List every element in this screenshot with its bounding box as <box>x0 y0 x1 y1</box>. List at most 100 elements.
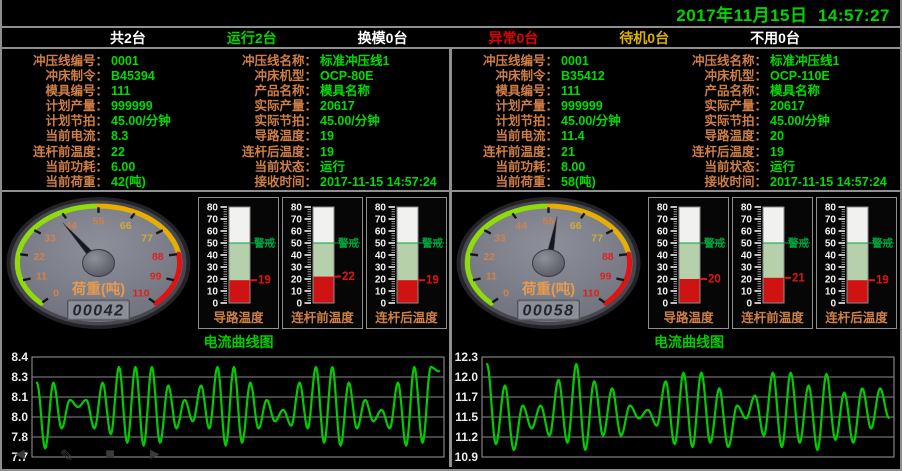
machine-panel-2: 冲压线编号：0001冲床制令：B35412模具编号：111计划产量：999999… <box>452 49 900 467</box>
chart-title: 电流曲线图 <box>2 334 449 351</box>
svg-text:77: 77 <box>141 233 153 245</box>
svg-text:警戒: 警戒 <box>337 237 359 250</box>
svg-text:40: 40 <box>825 251 837 262</box>
svg-text:10.9: 10.9 <box>455 450 479 464</box>
thermometer-group: 01020304050607080警戒19导路温度010203040506070… <box>198 197 447 329</box>
info-value: 999999 <box>108 99 153 114</box>
info-value: OCP-80E <box>317 69 374 84</box>
svg-text:荷重(吨): 荷重(吨) <box>72 280 125 298</box>
svg-text:30: 30 <box>207 263 219 274</box>
info-label: 计划产量： <box>452 99 558 114</box>
svg-text:33: 33 <box>494 233 506 245</box>
svg-text:0: 0 <box>503 287 509 299</box>
info-value: 6.00 <box>108 160 135 175</box>
svg-text:70: 70 <box>741 215 753 226</box>
svg-text:40: 40 <box>741 251 753 262</box>
info-label: 产品名称： <box>224 84 317 99</box>
svg-text:30: 30 <box>375 263 387 274</box>
svg-text:70: 70 <box>291 215 303 226</box>
current-chart-block: 电流曲线图 12.312.011.711.511.210.9 <box>452 334 900 467</box>
svg-text:11.2: 11.2 <box>455 430 478 444</box>
info-label: 当前荷重： <box>452 175 558 190</box>
svg-text:22: 22 <box>483 251 495 263</box>
info-label: 冲压线编号： <box>452 54 558 69</box>
info-value: 模具名称 <box>317 84 370 99</box>
datetime-display: 2017年11月15日 14:57:27 <box>676 1 890 26</box>
svg-text:19: 19 <box>258 275 271 287</box>
info-row: 当前电流：8.3 <box>2 129 224 144</box>
meters-row: 0112233445566778899110荷重(吨)00058 0102030… <box>452 192 900 334</box>
back-arrow-icon[interactable]: ◄ <box>12 446 28 466</box>
svg-text:40: 40 <box>375 251 387 262</box>
info-value: 11.4 <box>558 129 585 144</box>
info-label: 当前功耗： <box>452 160 558 175</box>
svg-text:77: 77 <box>591 233 603 245</box>
info-value: 42(吨) <box>108 175 146 190</box>
svg-text:警戒: 警戒 <box>787 237 809 250</box>
thermometer-rod-front-temp: 01020304050607080警戒21连杆前温度 <box>732 197 813 329</box>
svg-text:110: 110 <box>582 287 599 299</box>
thermometer-guide-rail-temp: 01020304050607080警戒20导路温度 <box>648 197 729 329</box>
svg-text:22: 22 <box>33 251 45 263</box>
svg-text:80: 80 <box>207 203 219 214</box>
info-row: 接收时间：2017-11-15 14:57:24 <box>224 175 449 190</box>
toolbar-watermark: ◄ ✎ ■ ► <box>12 446 163 466</box>
svg-text:40: 40 <box>291 251 303 262</box>
svg-text:66: 66 <box>570 220 582 232</box>
info-value: B45394 <box>108 69 155 84</box>
svg-text:70: 70 <box>207 215 219 226</box>
status-item: 待机0台 <box>619 28 669 48</box>
svg-text:0: 0 <box>212 299 218 310</box>
stop-square-icon[interactable]: ■ <box>105 446 115 466</box>
info-label: 冲压线名称： <box>224 54 317 69</box>
svg-text:99: 99 <box>600 271 612 283</box>
svg-text:60: 60 <box>375 227 387 238</box>
info-row: 连杆前温度：21 <box>452 145 674 160</box>
info-value: 标准冲压线1 <box>767 54 839 69</box>
svg-text:20: 20 <box>291 275 303 286</box>
info-label: 连杆后温度： <box>674 145 767 160</box>
info-label: 冲床制令： <box>452 69 558 84</box>
svg-text:警戒: 警戒 <box>703 237 725 250</box>
info-value: 19 <box>317 129 334 144</box>
info-label: 连杆前温度： <box>452 145 558 160</box>
svg-text:10: 10 <box>657 287 669 298</box>
info-label: 当前状态： <box>674 160 767 175</box>
svg-text:40: 40 <box>657 251 669 262</box>
svg-text:60: 60 <box>825 227 837 238</box>
svg-text:50: 50 <box>291 239 303 250</box>
info-label: 连杆前温度： <box>2 145 108 160</box>
info-column-left: 冲压线编号：0001冲床制令：B45394模具编号：111计划产量：999999… <box>2 54 224 190</box>
load-gauge: 0112233445566778899110荷重(吨)00042 <box>2 192 195 334</box>
info-row: 连杆后温度：19 <box>224 145 449 160</box>
svg-text:导路温度: 导路温度 <box>663 310 714 325</box>
info-value: 45.00/分钟 <box>767 114 830 129</box>
svg-text:00042: 00042 <box>73 303 125 320</box>
svg-text:11.7: 11.7 <box>455 390 478 404</box>
svg-text:20: 20 <box>657 275 669 286</box>
info-value: 标准冲压线1 <box>317 54 389 69</box>
svg-text:连杆后温度: 连杆后温度 <box>375 310 438 325</box>
info-row: 当前状态：运行 <box>224 160 449 175</box>
info-label: 计划产量： <box>2 99 108 114</box>
status-item: 换模0台 <box>358 28 408 48</box>
info-row: 计划产量：999999 <box>2 99 224 114</box>
forward-arrow-icon[interactable]: ► <box>147 446 163 466</box>
info-row: 导路温度：20 <box>674 129 899 144</box>
info-label: 实际产量： <box>224 99 317 114</box>
svg-text:0: 0 <box>296 299 302 310</box>
info-row: 当前电流：11.4 <box>452 129 674 144</box>
pencil-icon[interactable]: ✎ <box>60 446 73 466</box>
info-label: 当前电流： <box>452 129 558 144</box>
info-row: 冲压线编号：0001 <box>452 54 674 69</box>
info-value: 19 <box>317 145 334 160</box>
svg-text:10: 10 <box>825 287 837 298</box>
info-value: 111 <box>108 84 130 99</box>
svg-text:警戒: 警戒 <box>253 237 275 250</box>
thermometer-rod-front-temp: 01020304050607080警戒22连杆前温度 <box>282 197 363 329</box>
thermometer-guide-rail-temp: 01020304050607080警戒19导路温度 <box>198 197 279 329</box>
info-row: 冲压线名称：标准冲压线1 <box>224 54 449 69</box>
info-row: 冲床机型：OCP-80E <box>224 69 449 84</box>
svg-text:10: 10 <box>207 287 219 298</box>
info-label: 连杆后温度： <box>224 145 317 160</box>
